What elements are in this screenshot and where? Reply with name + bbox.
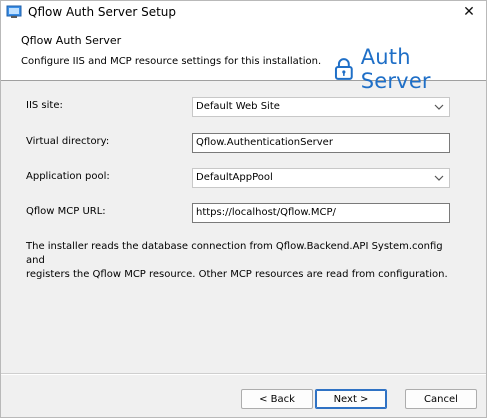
info-line-2: registers the Qflow MCP resource. Other …	[26, 269, 448, 280]
lock-icon	[334, 58, 353, 80]
iis-site-label: IIS site:	[26, 100, 63, 111]
cancel-button[interactable]: Cancel	[405, 389, 477, 409]
page-title: Qflow Auth Server	[21, 34, 122, 47]
setup-window: Qflow Auth Server Setup ✕ Qflow Auth Ser…	[0, 0, 487, 418]
iis-site-value: Default Web Site	[196, 101, 280, 112]
application-pool-select[interactable]: DefaultAppPool	[192, 168, 450, 188]
chevron-down-icon	[434, 175, 444, 181]
iis-site-row: IIS site: Default Web Site	[1, 97, 486, 117]
close-icon: ✕	[463, 4, 475, 20]
back-button[interactable]: < Back	[241, 389, 313, 409]
virtual-directory-input[interactable]: Qflow.AuthenticationServer	[192, 133, 450, 153]
installer-app-icon	[6, 5, 22, 18]
info-line-1: The installer reads the database connect…	[26, 241, 443, 266]
title-bar[interactable]: Qflow Auth Server Setup ✕	[1, 1, 486, 23]
virtual-directory-value: Qflow.AuthenticationServer	[196, 137, 333, 148]
mcp-url-label: Qflow MCP URL:	[26, 206, 106, 217]
brand-text: Auth Server	[360, 45, 431, 93]
application-pool-value: DefaultAppPool	[196, 172, 273, 183]
brand-logo: Auth Server	[333, 45, 486, 93]
application-pool-row: Application pool: DefaultAppPool	[1, 168, 486, 188]
wizard-header: Qflow Auth Server Configure IIS and MCP …	[1, 23, 486, 93]
footer-divider-highlight	[1, 374, 486, 375]
next-button[interactable]: Next >	[315, 389, 387, 409]
window-title: Qflow Auth Server Setup	[28, 5, 177, 19]
mcp-url-input[interactable]: https://localhost/Qflow.MCP/	[192, 203, 450, 223]
mcp-url-value: https://localhost/Qflow.MCP/	[196, 207, 336, 218]
virtual-directory-row: Virtual directory: Qflow.AuthenticationS…	[1, 133, 486, 153]
application-pool-label: Application pool:	[26, 171, 110, 182]
info-text: The installer reads the database connect…	[26, 240, 456, 282]
chevron-down-icon	[434, 104, 444, 110]
page-subtitle: Configure IIS and MCP resource settings …	[21, 56, 322, 67]
close-button[interactable]: ✕	[452, 1, 486, 23]
virtual-directory-label: Virtual directory:	[26, 136, 110, 147]
mcp-url-row: Qflow MCP URL: https://localhost/Qflow.M…	[1, 203, 486, 223]
iis-site-select[interactable]: Default Web Site	[192, 97, 450, 117]
